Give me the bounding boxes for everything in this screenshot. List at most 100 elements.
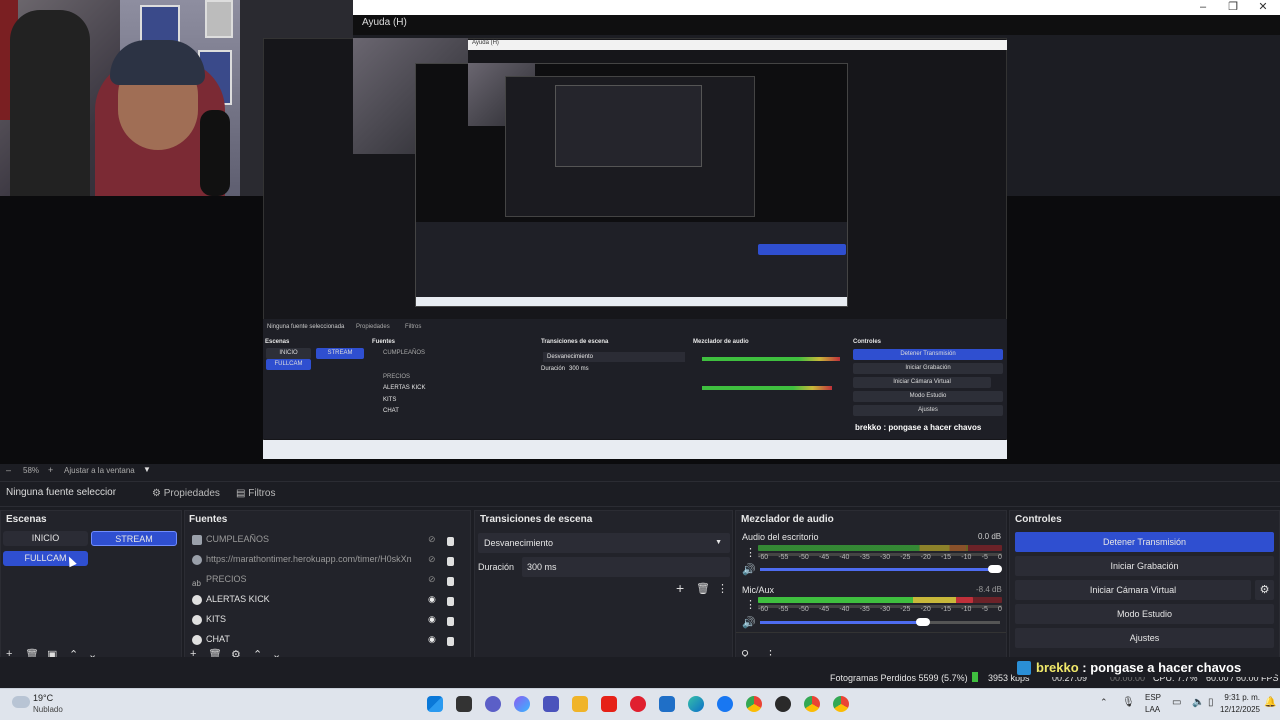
chat-app-icon[interactable] — [485, 696, 501, 712]
file-explorer-icon[interactable] — [572, 696, 588, 712]
maximize-button[interactable]: ❐ — [1218, 0, 1248, 15]
trash-icon[interactable]: 🗑 — [696, 582, 710, 595]
start-recording-button[interactable]: Iniciar Grabación — [1015, 556, 1274, 576]
close-button[interactable]: ✕ — [1248, 0, 1278, 15]
notification-icon[interactable]: 🔔 — [1264, 697, 1276, 708]
opera-icon[interactable] — [630, 696, 646, 712]
filter-icon: ▤ — [236, 488, 249, 499]
gear-icon[interactable]: ⚙ — [1255, 580, 1274, 600]
mic-volume-slider[interactable] — [760, 621, 925, 624]
eye-icon[interactable]: ◉ — [428, 594, 436, 605]
more-options-icon[interactable]: ⋮ — [745, 598, 756, 611]
volume-icon[interactable]: 🔈 — [1192, 697, 1204, 708]
sources-title: Fuentes — [189, 514, 228, 525]
nested-taskbar — [263, 440, 1007, 459]
hidden-eye-icon[interactable]: ⊘ — [428, 554, 436, 565]
source-item[interactable]: CUMPLEAÑOS — [192, 530, 462, 548]
minimize-button[interactable]: – — [1188, 0, 1218, 15]
chrome-icon[interactable] — [746, 696, 762, 712]
zoom-in-button[interactable]: + — [48, 465, 53, 475]
store-icon[interactable] — [659, 696, 675, 712]
language-top[interactable]: ESP — [1145, 693, 1161, 702]
chat-badge-icon — [1017, 661, 1031, 675]
tick: -40 — [839, 554, 850, 561]
more-options-icon[interactable]: ⋮ — [717, 582, 728, 595]
youtube-icon[interactable] — [601, 696, 617, 712]
stop-streaming-button[interactable]: Detener Transmisión — [1015, 532, 1274, 552]
no-source-label: Ninguna fuente seleccionada — [6, 487, 116, 498]
studio-mode-button[interactable]: Modo Estudio — [1015, 604, 1274, 624]
eye-icon[interactable]: ◉ — [428, 614, 436, 625]
properties-button[interactable]: ⚙ Propiedades — [146, 485, 226, 503]
tick: -20 — [920, 606, 931, 613]
chevron-up-icon[interactable]: ⌃ — [1100, 697, 1108, 708]
microphone-icon[interactable]: 🎙 — [1122, 697, 1135, 708]
hidden-eye-icon[interactable]: ⊘ — [428, 534, 436, 545]
nested-settings-btn: Ajustes — [853, 405, 1003, 416]
mic-volume-handle[interactable] — [916, 618, 930, 626]
mixer-title: Mezclador de audio — [741, 514, 834, 525]
teams-icon[interactable] — [543, 696, 559, 712]
nested-source-6: CHAT — [383, 408, 399, 414]
nested-filters: Filtros — [405, 324, 422, 330]
filters-button[interactable]: ▤ Filtros — [230, 485, 281, 503]
facebook-icon[interactable] — [717, 696, 733, 712]
lock-icon[interactable] — [447, 597, 454, 606]
nested-rec-btn: Iniciar Grabación — [853, 363, 1003, 374]
source-item[interactable]: ab PRECIOS — [192, 570, 462, 588]
divider — [736, 632, 1006, 633]
lock-icon[interactable] — [447, 637, 454, 646]
lock-icon[interactable] — [447, 617, 454, 626]
duration-input[interactable]: 300 ms — [522, 557, 730, 577]
clock-time[interactable]: 9:31 p. m. — [1218, 693, 1260, 702]
weather-temp[interactable]: 19°C — [33, 693, 53, 703]
source-item[interactable]: CHAT — [192, 630, 462, 648]
clock-date[interactable]: 12/12/2025 — [1212, 705, 1260, 714]
lock-icon[interactable] — [447, 577, 454, 586]
task-view-icon[interactable] — [456, 696, 472, 712]
microphone — [200, 110, 230, 196]
desktop-volume-slider[interactable] — [760, 568, 1000, 571]
source-item[interactable]: KITS — [192, 610, 462, 628]
nested-vcam-btn: Iniciar Cámara Virtual — [853, 377, 991, 388]
transition-select[interactable]: Desvanecimiento ▼ — [478, 533, 730, 553]
scene-stream[interactable]: STREAM — [91, 531, 177, 546]
weather-desc[interactable]: Nublado — [33, 705, 63, 714]
language-bottom[interactable]: LAA — [1145, 705, 1160, 714]
tick: -10 — [961, 606, 972, 613]
chrome-icon[interactable] — [804, 696, 820, 712]
meter-ticks: -60 -55 -50 -45 -40 -35 -30 -25 -20 -15 -10 -5 0 — [758, 606, 1002, 613]
copilot-icon[interactable] — [514, 696, 530, 712]
source-item[interactable]: ALERTAS KICK — [192, 590, 462, 608]
lock-icon[interactable] — [447, 537, 454, 546]
controls-title: Controles — [1015, 514, 1062, 525]
add-transition-button[interactable]: + — [676, 580, 684, 596]
chrome-icon[interactable] — [833, 696, 849, 712]
settings-button[interactable]: Ajustes — [1015, 628, 1274, 648]
chevron-down-icon: ▼ — [715, 539, 722, 546]
speaker-icon[interactable]: 🔊 — [742, 563, 756, 576]
windows-start-icon[interactable] — [427, 696, 443, 712]
eye-icon[interactable]: ◉ — [428, 634, 436, 645]
lock-icon[interactable] — [447, 557, 454, 566]
start-virtual-camera-button[interactable]: Iniciar Cámara Virtual — [1015, 580, 1251, 600]
edge-icon[interactable] — [688, 696, 704, 712]
nested-inner-window-3 — [555, 85, 702, 167]
nested-stop-stream-btn: Detener Transmisión — [853, 349, 1003, 360]
source-item[interactable]: https://marathontimer.herokuapp.com/time… — [192, 550, 424, 568]
fit-to-window-option[interactable]: Ajustar a la ventana — [64, 466, 135, 475]
hidden-eye-icon[interactable]: ⊘ — [428, 574, 436, 585]
nested-meter-1 — [702, 357, 840, 361]
chevron-down-icon[interactable]: ▼ — [143, 465, 151, 474]
desktop-volume-handle[interactable] — [988, 565, 1002, 573]
source-label: CUMPLEAÑOS — [206, 534, 270, 544]
zoom-out-button[interactable]: – — [6, 465, 11, 475]
network-icon[interactable]: ▭ — [1172, 697, 1181, 708]
obs-icon[interactable] — [775, 696, 791, 712]
scene-inicio[interactable]: INICIO — [3, 531, 88, 546]
more-options-icon[interactable]: ⋮ — [745, 546, 756, 559]
person-cap — [110, 40, 205, 85]
mic-aux-db: -8.4 dB — [976, 585, 1002, 594]
speaker-icon[interactable]: 🔊 — [742, 616, 756, 629]
chat-username: brekko — [1036, 660, 1079, 675]
